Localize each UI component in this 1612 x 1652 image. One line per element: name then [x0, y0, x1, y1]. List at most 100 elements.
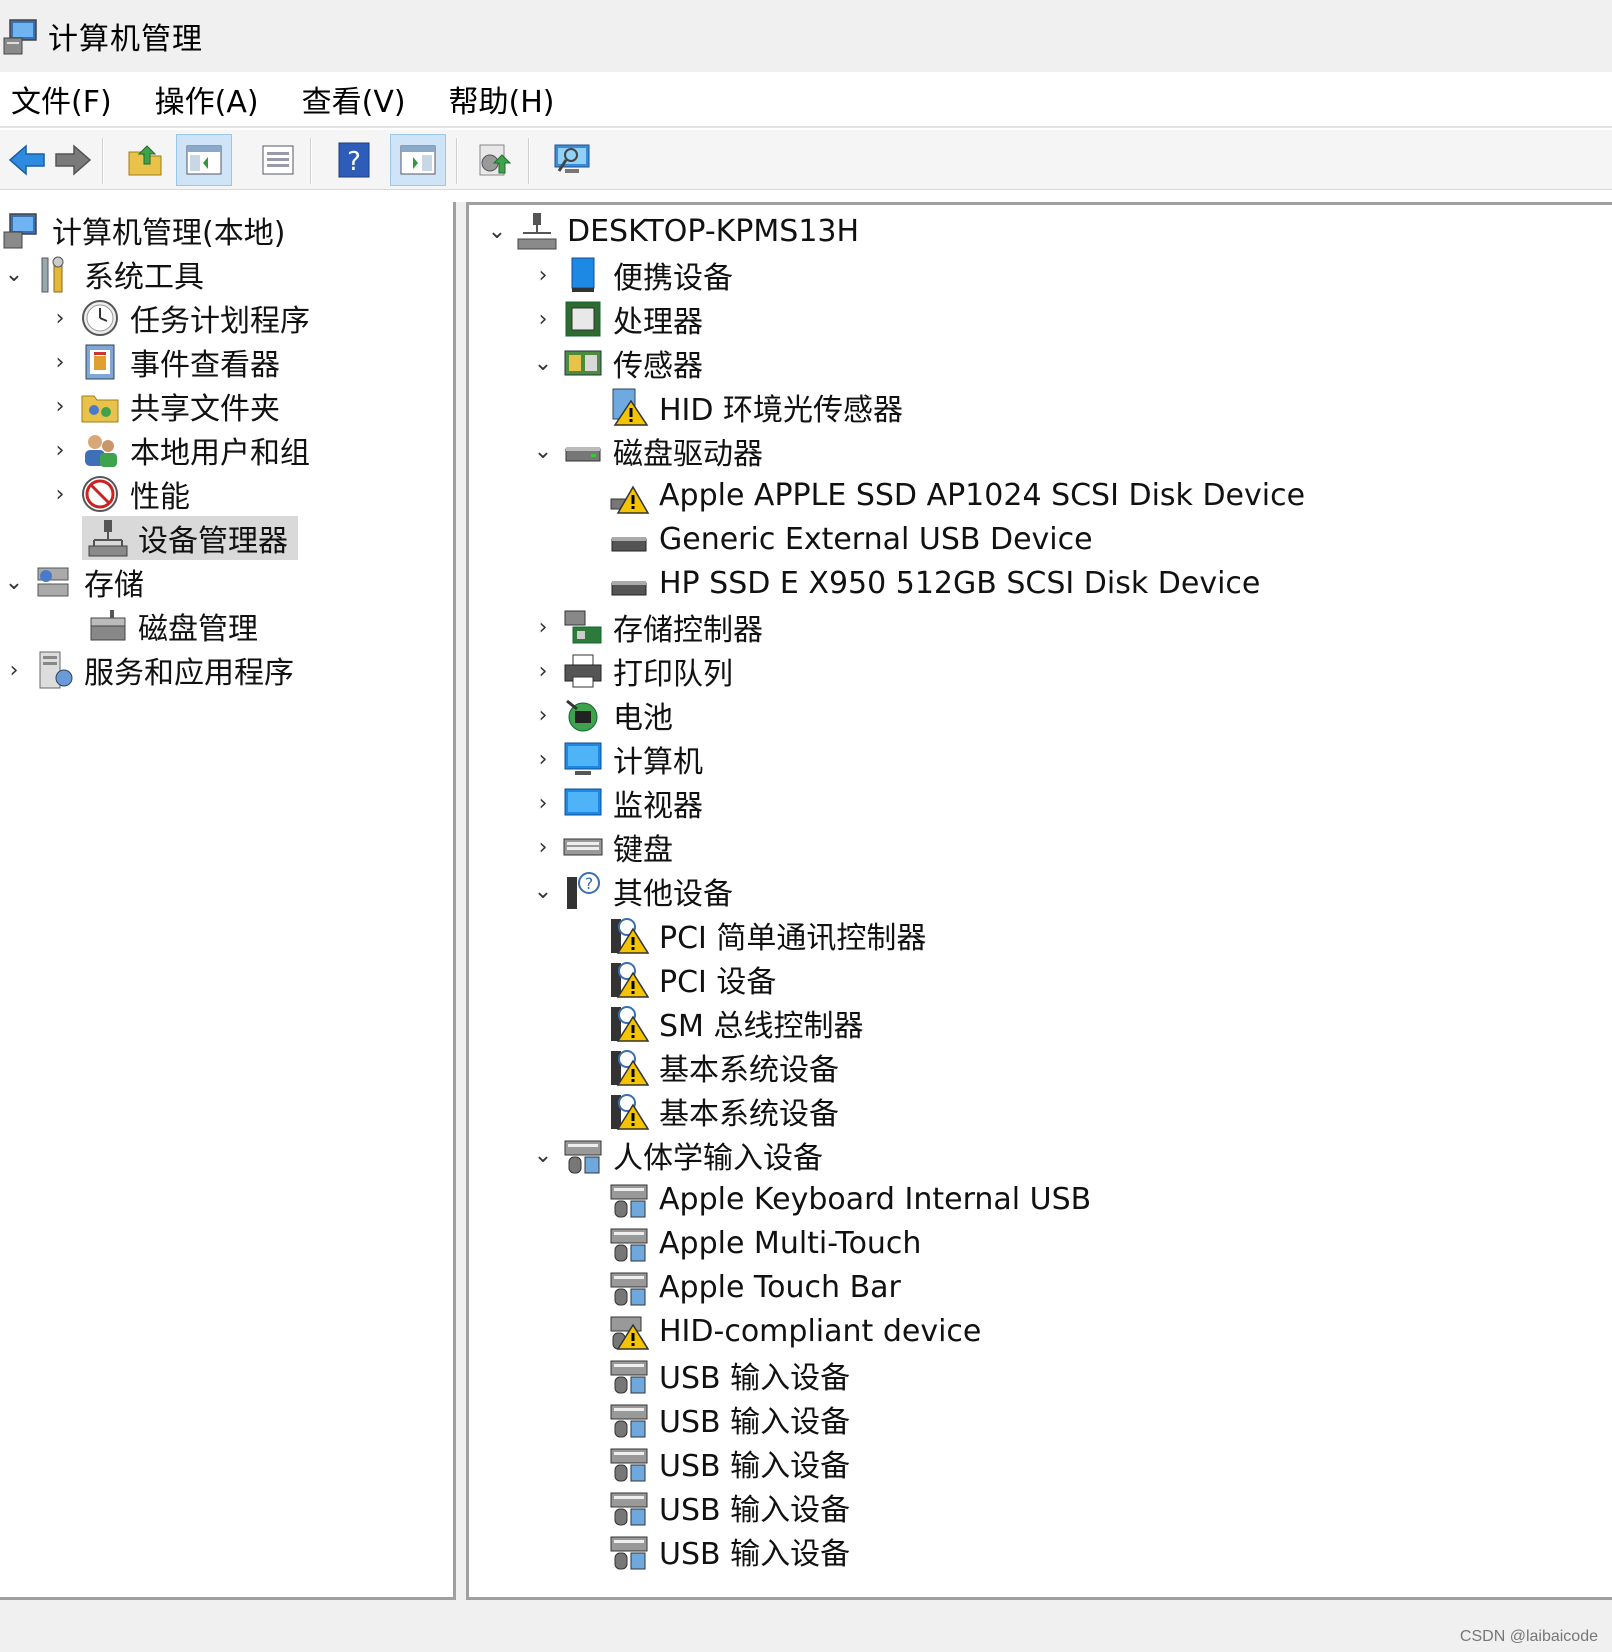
scan-hardware-button[interactable]: [544, 134, 600, 186]
menu-help[interactable]: 帮助(H): [445, 77, 559, 121]
category-computer[interactable]: › 计算机: [529, 737, 703, 781]
chevron-right-icon[interactable]: ›: [0, 656, 28, 684]
title-bar: 计算机管理: [0, 0, 1612, 72]
chevron-down-icon[interactable]: ⌄: [529, 877, 557, 905]
forward-button[interactable]: [44, 134, 100, 186]
category-human-interface-devices[interactable]: ⌄ 人体学输入设备: [529, 1133, 823, 1177]
sensor-icon: [563, 343, 603, 383]
category-portable-devices[interactable]: › 便携设备: [529, 253, 733, 297]
device-apple-keyboard[interactable]: Apple Keyboard Internal USB: [575, 1177, 1091, 1221]
device-usb-input-1[interactable]: USB 输入设备: [575, 1353, 850, 1397]
device-usb-input-2[interactable]: USB 输入设备: [575, 1397, 850, 1441]
device-disk-apple-ssd[interactable]: Apple APPLE SSD AP1024 SCSI Disk Device: [603, 473, 1305, 517]
disk-management-icon: [88, 606, 128, 646]
hid-icon: [609, 1267, 649, 1307]
console-tree-pane: 计算机管理(本地) ⌄ 系统工具 › 任务计划程序 › 事件查看器 › 共享文件…: [0, 202, 456, 1600]
tree-item-task-scheduler[interactable]: › 任务计划程序: [46, 296, 310, 340]
device-disk-generic-usb[interactable]: Generic External USB Device: [603, 517, 1093, 561]
device-usb-input-3[interactable]: USB 输入设备: [575, 1441, 850, 1485]
chevron-down-icon[interactable]: ⌄: [529, 349, 557, 377]
category-keyboards[interactable]: › 键盘: [529, 825, 673, 869]
chevron-down-icon[interactable]: ⌄: [0, 568, 28, 596]
show-hide-console-tree-button[interactable]: [176, 134, 232, 186]
pane-splitter[interactable]: [456, 202, 466, 1600]
chevron-right-icon[interactable]: ›: [529, 701, 557, 729]
category-storage-controllers[interactable]: › 存储控制器: [529, 605, 763, 649]
properties-button[interactable]: [250, 134, 306, 186]
status-bar: CSDN @laibaicode: [0, 1600, 1612, 1652]
category-sensors[interactable]: ⌄ 传感器: [529, 341, 703, 385]
device-hid-compliant[interactable]: HID-compliant device: [575, 1309, 981, 1353]
tree-item-device-manager[interactable]: 设备管理器: [82, 516, 298, 560]
tree-item-computer-management-local[interactable]: 计算机管理(本地): [0, 208, 285, 252]
category-other-devices[interactable]: ⌄ ? 其他设备: [529, 869, 733, 913]
window-title: 计算机管理: [48, 22, 203, 57]
menu-view[interactable]: 查看(V): [298, 77, 410, 121]
up-one-level-button[interactable]: [118, 134, 174, 186]
action-pane-icon: [400, 145, 436, 175]
chevron-right-icon[interactable]: ›: [529, 613, 557, 641]
console-tree-icon: [186, 145, 222, 175]
printer-icon: [563, 651, 603, 691]
category-monitors[interactable]: › 监视器: [529, 781, 703, 825]
device-usb-input-5[interactable]: USB 输入设备: [575, 1529, 850, 1573]
hid-icon: [609, 1443, 649, 1483]
tree-item-storage[interactable]: ⌄ 存储: [0, 560, 144, 604]
device-apple-multitouch[interactable]: Apple Multi-Touch: [575, 1221, 921, 1265]
warning-unknown-device-icon: [609, 1091, 650, 1131]
tree-item-services-applications[interactable]: › 服务和应用程序: [0, 648, 294, 692]
chevron-down-icon[interactable]: ⌄: [529, 437, 557, 465]
tree-item-disk-management[interactable]: 磁盘管理: [82, 604, 258, 648]
hid-icon: [609, 1179, 649, 1219]
chevron-right-icon[interactable]: ›: [46, 436, 74, 464]
chevron-right-icon[interactable]: ›: [529, 305, 557, 333]
processor-icon: [563, 299, 603, 339]
device-disk-hp-ssd[interactable]: HP SSD E X950 512GB SCSI Disk Device: [603, 561, 1260, 605]
update-driver-button[interactable]: [466, 134, 522, 186]
chevron-right-icon[interactable]: ›: [46, 304, 74, 332]
category-batteries[interactable]: › 电池: [529, 693, 673, 737]
watermark-text: CSDN @laibaicode: [1459, 1628, 1598, 1645]
chevron-down-icon[interactable]: ⌄: [483, 217, 511, 245]
svg-text:?: ?: [347, 147, 361, 177]
category-print-queues[interactable]: › 打印队列: [529, 649, 733, 693]
tree-item-performance[interactable]: › 性能: [46, 472, 190, 516]
storage-icon: [34, 562, 74, 602]
hid-icon: [609, 1487, 649, 1527]
folder-up-icon: [128, 145, 162, 176]
chevron-down-icon[interactable]: ⌄: [0, 260, 28, 288]
device-base-system-1[interactable]: 基本系统设备: [575, 1045, 839, 1089]
svg-text:?: ?: [585, 874, 594, 893]
category-disk-drives[interactable]: ⌄ 磁盘驱动器: [529, 429, 763, 473]
chevron-right-icon[interactable]: ›: [529, 789, 557, 817]
menu-file[interactable]: 文件(F): [7, 77, 116, 121]
chevron-right-icon[interactable]: ›: [529, 261, 557, 289]
chevron-down-icon[interactable]: ⌄: [529, 1141, 557, 1169]
device-root-computer[interactable]: ⌄ DESKTOP-KPMS13H: [483, 209, 859, 253]
tree-item-system-tools[interactable]: ⌄ 系统工具: [0, 252, 204, 296]
tree-item-local-users-groups[interactable]: › 本地用户和组: [46, 428, 310, 472]
tree-item-event-viewer[interactable]: › 事件查看器: [46, 340, 280, 384]
device-base-system-2[interactable]: 基本系统设备: [575, 1089, 839, 1133]
device-pci-device[interactable]: PCI 设备: [575, 957, 776, 1001]
chevron-right-icon[interactable]: ›: [46, 392, 74, 420]
users-icon: [80, 430, 120, 470]
portable-device-icon: [563, 255, 603, 295]
help-button[interactable]: ?: [326, 134, 382, 186]
monitor-icon: [563, 783, 603, 823]
tree-item-shared-folders[interactable]: › 共享文件夹: [46, 384, 280, 428]
device-usb-input-4[interactable]: USB 输入设备: [575, 1485, 850, 1529]
chevron-right-icon[interactable]: ›: [46, 348, 74, 376]
chevron-right-icon[interactable]: ›: [529, 745, 557, 773]
chevron-right-icon[interactable]: ›: [529, 833, 557, 861]
menu-action[interactable]: 操作(A): [151, 77, 263, 121]
services-icon: [34, 650, 74, 690]
device-apple-touchbar[interactable]: Apple Touch Bar: [575, 1265, 901, 1309]
show-hide-action-pane-button[interactable]: [390, 134, 446, 186]
category-processors[interactable]: › 处理器: [529, 297, 703, 341]
device-hid-light-sensor[interactable]: HID 环境光传感器: [603, 385, 903, 429]
device-sm-bus-controller[interactable]: SM 总线控制器: [575, 1001, 863, 1045]
device-pci-simple-comm[interactable]: PCI 简单通讯控制器: [575, 913, 926, 957]
chevron-right-icon[interactable]: ›: [529, 657, 557, 685]
chevron-right-icon[interactable]: ›: [46, 480, 74, 508]
